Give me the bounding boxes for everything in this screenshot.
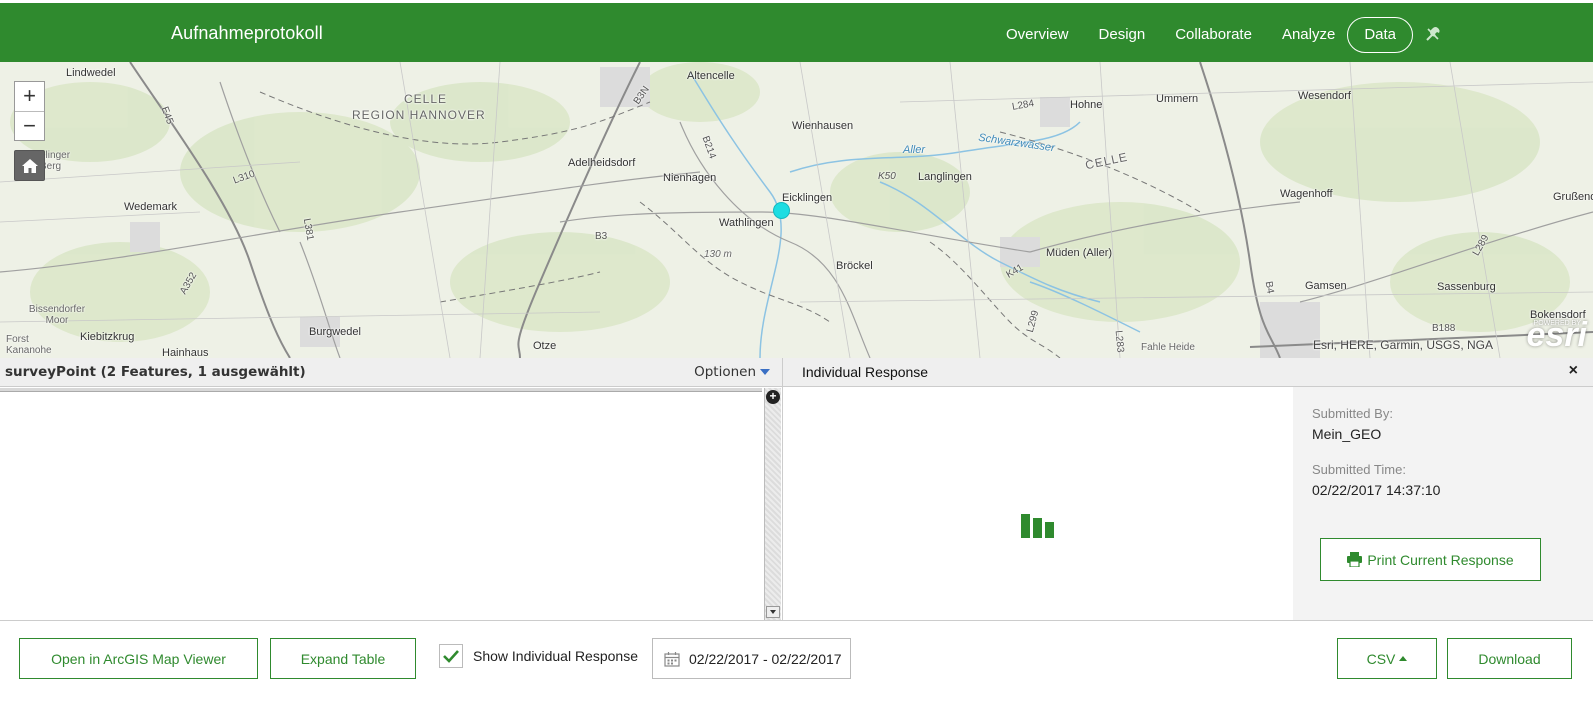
caret-up-icon <box>1399 656 1408 661</box>
date-range-value: 02/22/2017 - 02/22/2017 <box>689 650 842 667</box>
elevation-label: 130 m <box>704 249 732 260</box>
csv-format-dropdown[interactable]: CSV <box>1337 638 1437 679</box>
place-label: Hainhaus <box>162 347 209 358</box>
place-label: Lindwedel <box>66 67 116 79</box>
road-label: K50 <box>878 171 896 182</box>
attribute-table-header: surveyPoint (2 Features, 1 ausgewählt) O… <box>0 358 782 387</box>
app-header: Aufnahmeprotokoll Overview Design Collab… <box>0 3 1593 62</box>
download-label: Download <box>1478 650 1541 667</box>
region-label: CELLE <box>404 92 448 106</box>
checkmark-icon <box>443 650 459 663</box>
zoom-out-button[interactable]: − <box>15 111 44 140</box>
show-individual-response-checkbox[interactable] <box>439 644 463 668</box>
open-map-viewer-button[interactable]: Open in ArcGIS Map Viewer <box>19 638 258 679</box>
place-label: Eicklingen <box>782 192 833 204</box>
zoom-control: + − <box>14 81 45 141</box>
place-label: Fahle Heide <box>1141 342 1195 353</box>
attribute-table-title: surveyPoint (2 Features, 1 ausgewählt) <box>5 364 306 380</box>
region-label: REGION HANNOVER <box>352 108 486 122</box>
response-metadata: Submitted By: Mein_GEO Submitted Time: 0… <box>1293 387 1593 620</box>
individual-response-panel: Individual Response × Submitted By: Mein… <box>783 358 1593 620</box>
place-label: Otze <box>533 340 557 352</box>
bottom-toolbar: Open in ArcGIS Map Viewer Expand Table S… <box>0 620 1593 707</box>
submitted-by-value: Mein_GEO <box>1312 426 1382 442</box>
nav-overview[interactable]: Overview <box>1006 18 1069 52</box>
tools-icon[interactable] <box>1424 25 1442 43</box>
place-label: Wesendorf <box>1298 90 1351 102</box>
print-response-label: Print Current Response <box>1367 551 1514 568</box>
nav-collaborate[interactable]: Collaborate <box>1175 18 1252 52</box>
place-label: Müden (Aller) <box>1046 247 1113 259</box>
map-view[interactable]: Lindwedel CELLE REGION HANNOVER Altencel… <box>0 62 1593 358</box>
road-label: B4 <box>1262 280 1276 295</box>
place-label: Langlingen <box>918 171 972 183</box>
csv-label: CSV <box>1366 650 1396 667</box>
place-label: Altencelle <box>687 70 735 82</box>
place-label: Ummern <box>1156 93 1199 105</box>
home-button[interactable] <box>14 150 45 181</box>
options-label: Optionen <box>694 364 756 380</box>
attribute-grid[interactable] <box>0 392 762 618</box>
download-button[interactable]: Download <box>1447 638 1572 679</box>
place-label: Hohne <box>1070 99 1103 111</box>
response-title: Individual Response <box>802 364 929 380</box>
survey-point-marker[interactable] <box>773 202 790 219</box>
place-label: Bissendorfer Moor <box>28 304 86 326</box>
basemap <box>0 62 1593 358</box>
caret-down-icon <box>760 369 770 375</box>
place-label: Wagenhoff <box>1280 188 1333 200</box>
road-label: B188 <box>1432 323 1456 334</box>
place-label: Bröckel <box>836 260 873 272</box>
place-label: elinger Berg <box>40 150 71 172</box>
place-label: Adelheidsdorf <box>568 157 636 169</box>
road-label: L283 <box>1112 329 1126 354</box>
attribute-table-panel: surveyPoint (2 Features, 1 ausgewählt) O… <box>0 358 783 620</box>
loading-icon <box>1021 514 1054 538</box>
date-range-picker[interactable]: 02/22/2017 - 02/22/2017 <box>652 638 851 679</box>
close-icon[interactable]: × <box>1569 362 1578 380</box>
map-attribution: Esri, HERE, Garmin, USGS, NGA <box>1312 338 1493 352</box>
open-map-viewer-label: Open in ArcGIS Map Viewer <box>51 650 226 667</box>
scroll-down-arrow[interactable] <box>766 606 780 618</box>
place-label: Wedemark <box>124 201 177 213</box>
expand-table-button[interactable]: Expand Table <box>270 638 416 679</box>
place-label: Wathlingen <box>719 217 774 229</box>
nav-data[interactable]: Data <box>1347 17 1413 53</box>
calendar-icon <box>664 651 680 667</box>
place-label: Burgwedel <box>309 326 361 338</box>
app-title: Aufnahmeprotokoll <box>171 23 323 43</box>
submitted-by-label: Submitted By: <box>1312 406 1393 421</box>
zoom-in-button[interactable]: + <box>15 82 44 111</box>
place-label: Wienhausen <box>792 120 854 132</box>
submitted-time-label: Submitted Time: <box>1312 462 1406 477</box>
grid-scrollbar[interactable]: + <box>764 388 781 620</box>
main-nav: Overview Design Collaborate Analyze Data <box>976 17 1440 53</box>
show-individual-response-toggle[interactable]: Show Individual Response <box>439 644 638 668</box>
place-label: Grußend <box>1553 191 1593 203</box>
place-label: Nienhagen <box>663 172 717 184</box>
expand-table-label: Expand Table <box>300 650 386 667</box>
home-icon <box>21 158 38 173</box>
place-label: Gamsen <box>1305 280 1347 292</box>
place-label: Forst Kananohe <box>6 334 52 356</box>
place-label: Sassenburg <box>1437 281 1496 293</box>
show-individual-response-label: Show Individual Response <box>473 648 638 664</box>
esri-logo: esri <box>1526 316 1588 354</box>
nav-analyze[interactable]: Analyze <box>1282 18 1335 52</box>
road-label: B3 <box>595 231 608 242</box>
column-menu-icon[interactable]: + <box>766 390 780 404</box>
nav-design[interactable]: Design <box>1099 18 1146 52</box>
water-label: Aller <box>903 144 926 156</box>
submitted-time-value: 02/22/2017 14:37:10 <box>1312 482 1441 498</box>
table-options-menu[interactable]: Optionen <box>694 364 770 380</box>
printer-icon <box>1347 552 1363 567</box>
response-header: Individual Response × <box>783 358 1593 387</box>
print-response-button[interactable]: Print Current Response <box>1320 538 1541 581</box>
place-label: Kiebitzkrug <box>80 331 135 343</box>
